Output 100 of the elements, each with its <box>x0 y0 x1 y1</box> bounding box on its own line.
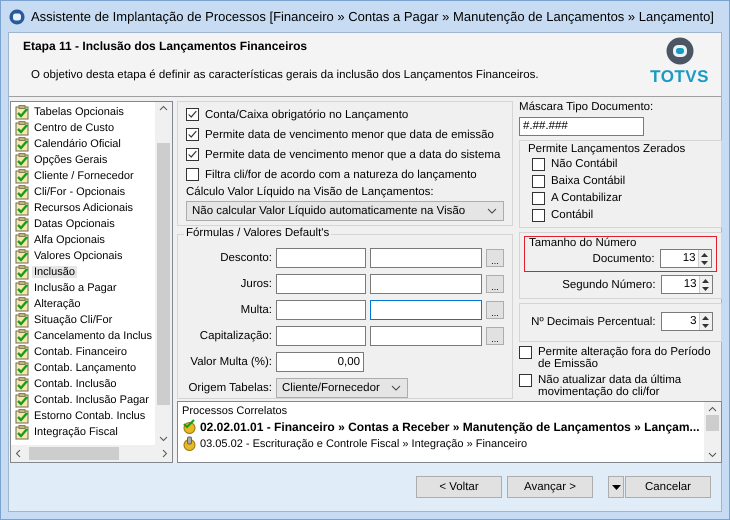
scrollbar[interactable] <box>155 102 172 445</box>
option-label: Baixa Contábil <box>551 175 626 187</box>
value-field[interactable] <box>370 248 482 268</box>
chevron-left-icon[interactable] <box>15 449 21 458</box>
option-label: Não Contábil <box>551 158 618 170</box>
step-item[interactable]: Valores Opcionais <box>32 250 124 262</box>
logo-text: TOTVS <box>650 67 709 87</box>
chevron-down-icon[interactable] <box>159 436 168 442</box>
step-item[interactable]: Situação Cli/For <box>32 314 114 326</box>
checklist-icon <box>15 264 29 280</box>
formula-field[interactable] <box>276 248 366 268</box>
chevron-right-icon[interactable] <box>162 449 168 458</box>
checkbox[interactable] <box>519 374 532 387</box>
step-item[interactable]: Cliente / Fornecedor <box>32 170 136 182</box>
chevron-up-icon[interactable] <box>159 105 168 111</box>
value-field[interactable] <box>370 300 482 320</box>
step-item[interactable]: Inclusão <box>32 266 77 278</box>
value-field[interactable] <box>370 326 482 346</box>
checklist-icon <box>15 312 29 328</box>
checkbox[interactable] <box>186 108 199 121</box>
formula-field[interactable] <box>276 300 366 320</box>
checklist-icon <box>15 328 29 344</box>
field-label: Segundo Número: <box>562 278 656 290</box>
browse-button[interactable]: ... <box>486 326 504 344</box>
chevron-down-icon[interactable] <box>487 208 497 214</box>
nav-button[interactable]: < Voltar <box>416 476 502 498</box>
step-title: Etapa 11 - Inclusão dos Lançamentos Financeiros <box>23 39 308 53</box>
checklist-icon <box>15 136 29 152</box>
step-item[interactable]: Alteração <box>32 298 82 310</box>
value-field[interactable]: 0,00 <box>276 352 364 372</box>
checkbox[interactable] <box>186 168 199 181</box>
step-item[interactable]: Datas Opcionais <box>32 218 117 230</box>
nav-button[interactable]: Avançar > <box>507 476 593 498</box>
chevron-down-icon[interactable] <box>391 384 401 390</box>
number-spinner[interactable]: 3 <box>660 312 713 331</box>
group-title: Permite Lançamentos Zerados <box>528 143 686 155</box>
checkbox[interactable] <box>532 192 545 204</box>
checklist-icon <box>15 360 29 376</box>
field-label: Capitalização: <box>198 330 272 342</box>
checklist-icon <box>15 248 29 264</box>
related-process-link[interactable]: 03.05.02 - Escrituração e Controle Fiscal » Integração » Financeiro <box>200 438 528 450</box>
step-item[interactable]: Estorno Contab. Inclus <box>32 410 148 422</box>
checklist-icon <box>15 424 29 440</box>
origin-dropdown[interactable]: Cliente/Fornecedor <box>276 378 408 398</box>
number-spinner[interactable]: 13 <box>660 275 713 294</box>
step-item[interactable]: Centro de Custo <box>32 122 116 134</box>
formula-field[interactable] <box>276 326 366 346</box>
step-item[interactable]: Calendário Oficial <box>32 138 123 150</box>
chevron-down-icon[interactable] <box>708 452 717 458</box>
step-item[interactable]: Contab. Inclusão Pagar <box>32 394 151 406</box>
step-item[interactable]: Contab. Financeiro <box>32 346 129 358</box>
field-label: Origem Tabelas: <box>187 382 272 394</box>
formulas-title: Fórmulas / Valores Default's <box>184 227 332 239</box>
browse-button[interactable]: ... <box>486 248 504 266</box>
checklist-icon <box>15 104 29 120</box>
related-process-link[interactable]: 02.02.01.01 - Financeiro » Contas a Receber » Manutenção de Lançamentos » Lançam... <box>200 420 700 434</box>
step-item[interactable]: Tabelas Opcionais <box>32 106 126 118</box>
step-item[interactable]: Cancelamento da Inclus <box>32 330 154 342</box>
browse-button[interactable]: ... <box>486 300 504 318</box>
checklist-icon <box>15 296 29 312</box>
option-label: Permite alteração fora do Período de Emissão <box>538 346 712 370</box>
option-label: Filtra cli/for de acordo com a natureza do lançamento <box>205 168 477 180</box>
option-label: Permite data de vencimento menor que data de emissão <box>205 128 494 140</box>
checkbox[interactable] <box>186 148 199 161</box>
window-title: Assistente de Implantação de Processos [Financeiro » Contas a Pagar » Manutenção de Lançamentos » Lançamento] <box>31 9 714 24</box>
triangle-down-icon[interactable] <box>612 484 620 490</box>
option-label: Conta/Caixa obrigatório no Lançamento <box>205 108 408 120</box>
horizontal-scrollbar[interactable] <box>11 445 172 462</box>
checklist-icon <box>15 376 29 392</box>
step-item[interactable]: Cli/For - Opcionais <box>32 186 128 198</box>
step-item[interactable]: Contab. Inclusão <box>32 378 119 390</box>
formula-field[interactable] <box>276 274 366 294</box>
step-item[interactable]: Inclusão a Pagar <box>32 282 119 294</box>
step-item[interactable]: Alfa Opcionais <box>32 234 107 246</box>
checkbox[interactable] <box>186 128 199 141</box>
calc-dropdown[interactable]: Não calcular Valor Líquido automaticamente na Visão <box>186 201 504 221</box>
dropdown-button[interactable] <box>608 476 624 498</box>
step-item[interactable]: Contab. Lançamento <box>32 362 138 374</box>
field-label: Multa: <box>240 304 272 316</box>
step-item[interactable]: Recursos Adicionais <box>32 202 136 214</box>
scrollbar[interactable] <box>704 402 721 462</box>
checklist-icon <box>15 216 29 232</box>
mask-field[interactable]: #.##.### <box>519 117 644 136</box>
checklist-icon <box>15 152 29 168</box>
checklist-icon <box>15 168 29 184</box>
cancel-button[interactable]: Cancelar <box>625 476 711 498</box>
value-field[interactable] <box>370 274 482 294</box>
step-item[interactable]: Opções Gerais <box>32 154 110 166</box>
step-item[interactable]: Integração Fiscal <box>32 426 120 438</box>
checkbox[interactable] <box>532 158 545 170</box>
browse-button[interactable]: ... <box>486 274 504 292</box>
option-label: A Contabilizar <box>551 192 622 204</box>
chevron-up-icon[interactable] <box>708 406 717 412</box>
checkbox[interactable] <box>532 208 545 222</box>
checkbox[interactable] <box>519 346 532 359</box>
checklist-icon <box>15 408 29 424</box>
calc-label: Cálculo Valor Líquido na Visão de Lançamentos: <box>186 186 435 198</box>
number-spinner[interactable]: 13 <box>660 249 712 268</box>
field-label: Documento: <box>592 252 655 264</box>
checkbox[interactable] <box>532 174 545 188</box>
